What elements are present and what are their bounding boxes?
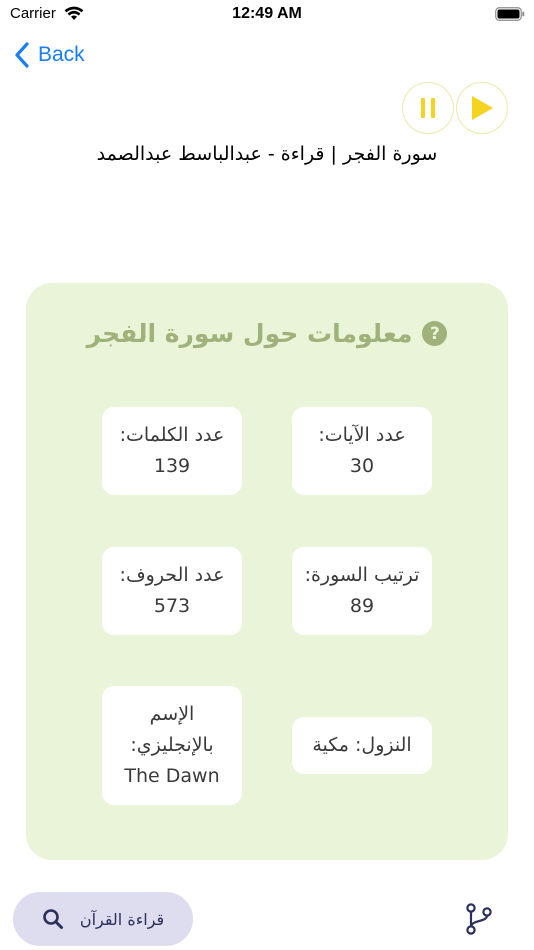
info-title: ? معلومات حول سورة الفجر xyxy=(26,319,508,348)
track-title: سورة الفجر | قراءة - عبدالباسط عبدالصمد xyxy=(96,143,438,165)
battery-icon xyxy=(495,7,525,21)
stat-revelation-label: النزول: مكية xyxy=(312,734,412,756)
bottom-toolbar: قراءة القرآن xyxy=(0,880,534,950)
back-chevron-icon xyxy=(15,42,29,68)
stat-verses-value: 30 xyxy=(349,455,375,477)
stat-words-value: 139 xyxy=(153,455,191,477)
play-icon xyxy=(472,96,493,120)
stat-verses-label: عدد الآيات: xyxy=(318,424,406,446)
stat-verses: عدد الآيات: 30 xyxy=(292,407,432,495)
stat-order-label: ترتيب السورة: 89 xyxy=(304,564,420,617)
audio-player-controls xyxy=(402,82,508,134)
stat-order: ترتيب السورة: 89 xyxy=(292,547,432,635)
stat-english-name: الإسم بالإنجليزي: The Dawn xyxy=(102,686,242,805)
read-quran-button[interactable]: قراءة القرآن xyxy=(13,892,193,946)
stat-letters: عدد الحروف: 573 xyxy=(102,547,242,635)
stat-revelation: النزول: مكية xyxy=(292,717,432,774)
info-title-text: معلومات حول سورة الفجر xyxy=(86,319,413,348)
status-bar: Carrier 12:49 AM xyxy=(0,0,534,30)
status-time: 12:49 AM xyxy=(232,5,302,22)
stat-english-name-value: The Dawn xyxy=(124,765,220,787)
stat-letters-label: عدد الحروف: xyxy=(119,564,225,586)
pause-button[interactable] xyxy=(402,82,454,134)
stat-words-label: عدد الكلمات: xyxy=(119,424,225,446)
play-button[interactable] xyxy=(456,82,508,134)
search-icon xyxy=(43,909,63,929)
help-icon[interactable]: ? xyxy=(422,321,448,346)
surah-info-card: ? معلومات حول سورة الفجر عدد الآيات: 30 … xyxy=(26,283,508,860)
stat-words: عدد الكلمات: 139 xyxy=(102,407,242,495)
pause-icon xyxy=(421,98,435,118)
back-label: Back xyxy=(38,43,85,66)
branch-icon[interactable] xyxy=(464,902,494,936)
stat-english-name-label: الإسم بالإنجليزي: xyxy=(130,703,214,756)
stat-letters-value: 573 xyxy=(153,595,191,617)
read-quran-label: قراءة القرآن xyxy=(79,909,165,929)
back-button[interactable]: Back xyxy=(14,38,85,72)
